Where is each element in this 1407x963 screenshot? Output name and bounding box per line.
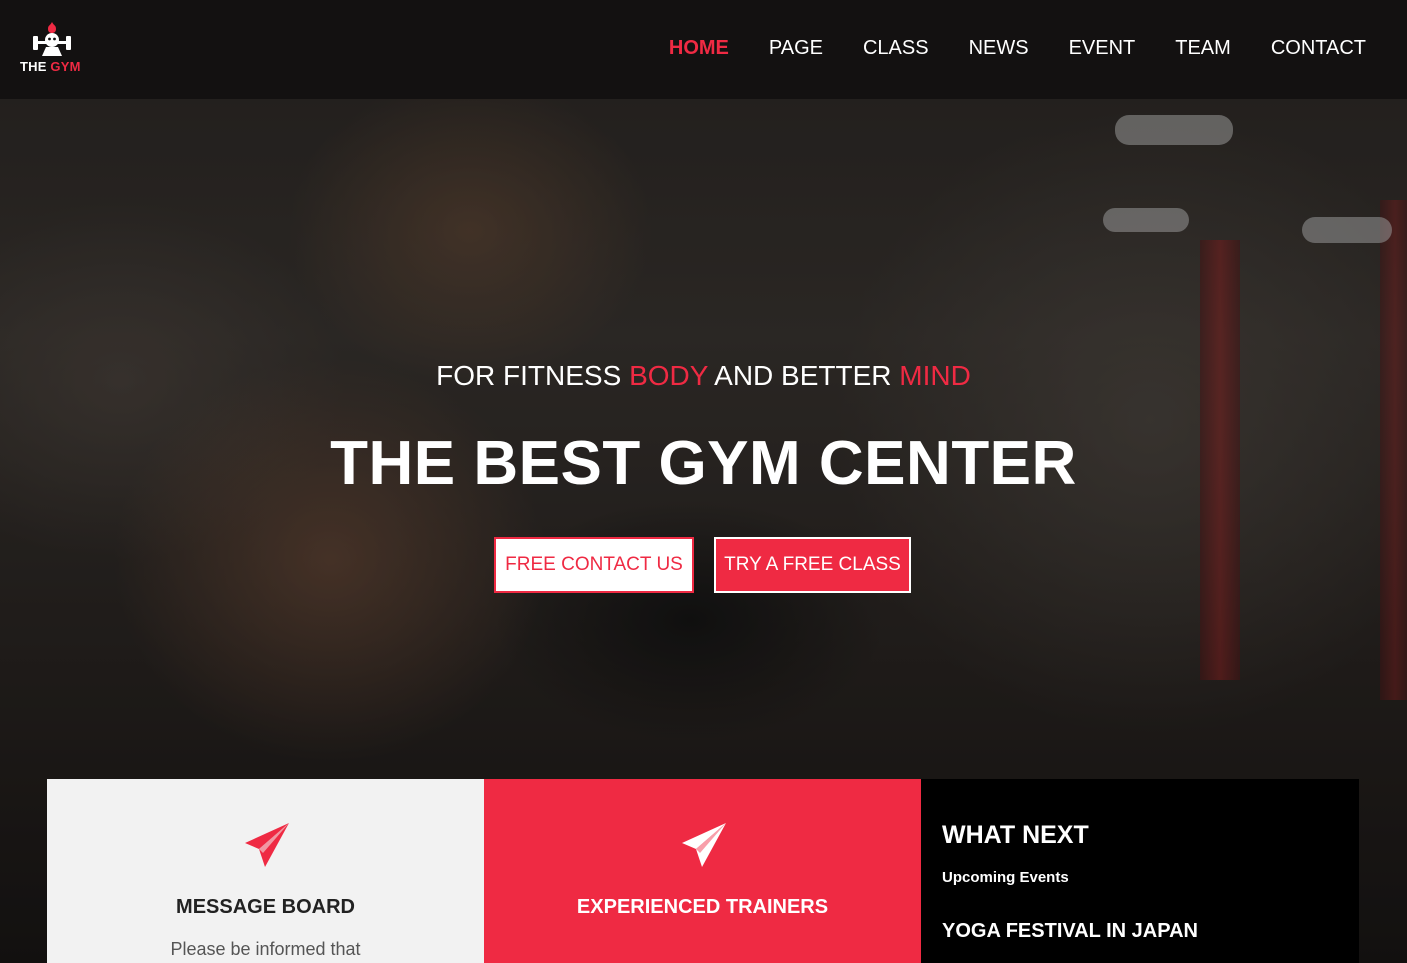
experienced-trainers-card: EXPERIENCED TRAINERS	[484, 779, 921, 963]
nav-item-page[interactable]: PAGE	[769, 37, 823, 60]
nav-item-news[interactable]: NEWS	[969, 37, 1029, 60]
experienced-trainers-title: EXPERIENCED TRAINERS	[576, 896, 829, 918]
event-title-link[interactable]: YOGA FESTIVAL IN JAPAN	[942, 920, 1198, 943]
nav-item-event[interactable]: EVENT	[1069, 37, 1136, 60]
try-free-class-button[interactable]: TRY A FREE CLASS	[714, 537, 911, 593]
nav-item-team[interactable]: TEAM	[1175, 37, 1231, 60]
message-board-title: MESSAGE BOARD	[176, 896, 355, 918]
gym-logo-icon	[33, 22, 71, 56]
top-navbar: THE GYM HOME PAGE CLASS NEWS EVENT TEAM …	[0, 0, 1407, 99]
nav-item-class[interactable]: CLASS	[863, 37, 929, 60]
upcoming-events-label: Upcoming Events	[942, 869, 1069, 886]
what-next-card: WHAT NEXT Upcoming Events YOGA FESTIVAL …	[921, 779, 1359, 963]
paper-plane-icon	[682, 823, 726, 867]
free-contact-button[interactable]: FREE CONTACT US	[494, 537, 694, 593]
main-nav: HOME PAGE CLASS NEWS EVENT TEAM CONTACT	[669, 37, 1366, 60]
gym-logo[interactable]: THE GYM	[20, 20, 84, 76]
gym-logo-text: THE GYM	[20, 59, 81, 74]
message-board-text: Please be informed that	[170, 939, 361, 959]
nav-item-home[interactable]: HOME	[669, 37, 729, 60]
hero-tagline: FOR FITNESS BODY AND BETTER MIND	[436, 360, 971, 391]
what-next-title: WHAT NEXT	[942, 821, 1089, 849]
paper-plane-icon	[245, 823, 289, 867]
message-board-card: MESSAGE BOARD Please be informed that	[47, 779, 484, 963]
hero-headline: THE BEST GYM CENTER	[330, 429, 1077, 498]
nav-item-contact[interactable]: CONTACT	[1271, 37, 1366, 60]
